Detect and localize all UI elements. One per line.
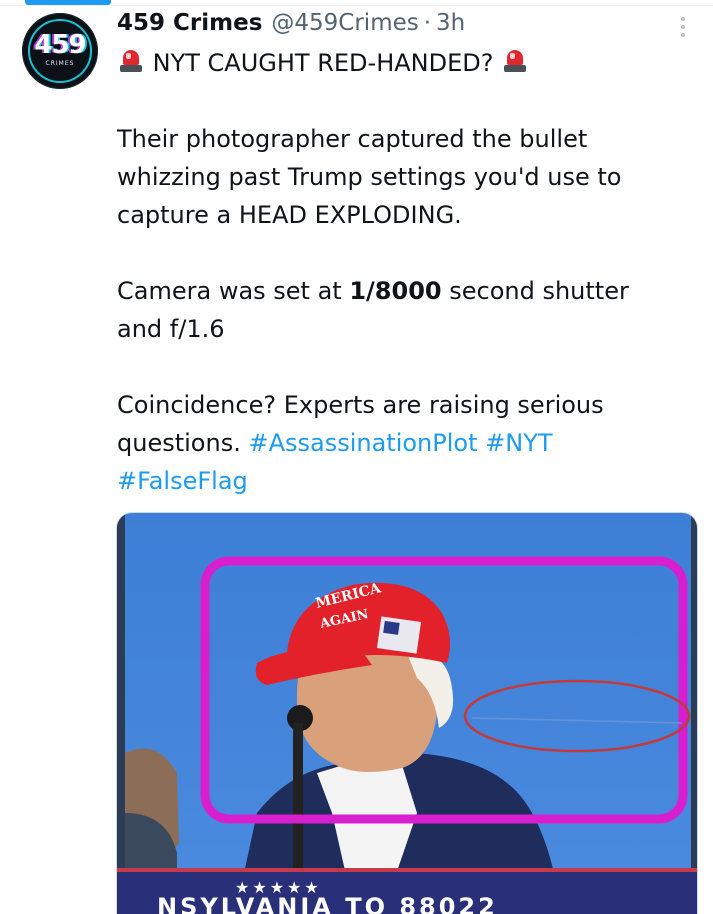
avatar-logo-subtext: CRIMES — [45, 60, 75, 67]
hashtag-link[interactable]: #NYT — [485, 429, 552, 457]
tweet-media-image[interactable]: MERICA AGAIN ★★★★★ NSYLVANIA TO 88022 — [116, 512, 698, 914]
text-segment: second shutter — [441, 277, 629, 305]
timestamp[interactable]: 3h — [436, 10, 465, 36]
text-line: questions. #AssassinationPlot #NYT — [117, 424, 697, 462]
text-segment: questions. — [117, 429, 249, 457]
police-car-light-icon — [501, 47, 529, 75]
text-line: whizzing past Trump settings you'd use t… — [117, 163, 622, 191]
hashtag-link[interactable]: #FalseFlag — [117, 467, 248, 495]
headline-text: NYT CAUGHT RED-HANDED? — [152, 49, 494, 77]
more-options-icon[interactable] — [670, 13, 696, 41]
text-line: capture a HEAD EXPLODING. — [117, 201, 462, 229]
text-line: and f/1.6 — [117, 315, 225, 343]
tweet-header: 459 Crimes @459Crimes · 3h — [117, 7, 465, 39]
shutter-speed-value: 1/8000 — [349, 277, 442, 305]
divider — [0, 5, 713, 6]
separator-dot: · — [423, 10, 432, 36]
text-segment: Camera was set at — [117, 277, 350, 305]
police-car-light-icon — [117, 47, 145, 75]
media-photo: MERICA AGAIN ★★★★★ NSYLVANIA TO 88022 — [117, 513, 697, 914]
user-handle[interactable]: @459Crimes — [271, 10, 418, 36]
tweet-text: NYT CAUGHT RED-HANDED? Their photographe… — [117, 44, 697, 500]
podium-text: NSYLVANIA TO 88022 — [157, 893, 498, 914]
text-line: #FalseFlag — [117, 462, 697, 500]
headline-line: NYT CAUGHT RED-HANDED? — [117, 44, 697, 82]
avatar[interactable]: 459 CRIMES — [22, 13, 98, 89]
avatar-logo-text: 459 — [34, 30, 86, 60]
hashtag-link[interactable]: #AssassinationPlot — [248, 429, 477, 457]
text-line: Camera was set at 1/8000 second shutter — [117, 272, 697, 310]
text-line: Coincidence? Experts are raising serious — [117, 391, 604, 419]
text-line: Their photographer captured the bullet — [117, 125, 588, 153]
display-name[interactable]: 459 Crimes — [117, 10, 262, 36]
